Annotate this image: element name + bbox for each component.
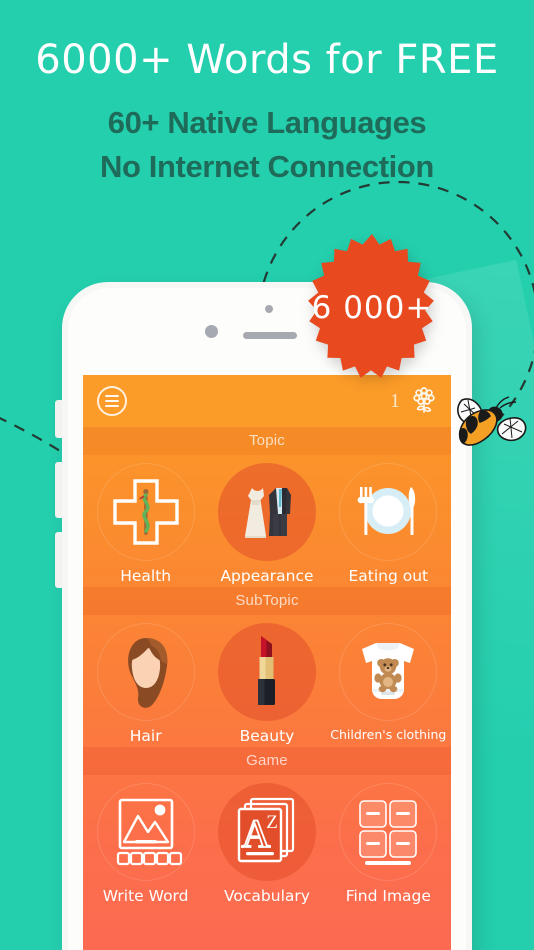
front-camera-icon: [205, 325, 218, 338]
fork-plate-knife-icon: [357, 487, 416, 535]
tile-icon-disc: [96, 783, 195, 881]
az-flashcards-icon: A Z: [237, 797, 295, 863]
promo-headline: 6000+ Words for FREE 60+ Native Language…: [0, 38, 534, 189]
proximity-sensor-icon: [265, 305, 273, 313]
headline-line-1: 6000+ Words for FREE: [35, 37, 499, 83]
volume-up-button[interactable]: [55, 462, 62, 518]
earpiece-speaker-icon: [243, 332, 297, 339]
coin-count: 1: [390, 389, 400, 412]
tile-icon-disc-selected: [217, 623, 316, 721]
tile-label: Health: [120, 567, 172, 585]
lipstick-icon: [257, 636, 275, 705]
headline-line-2: 60+ Native Languages: [107, 104, 427, 140]
headline-line-3: No Internet Connection: [100, 148, 434, 184]
tile-eating-out[interactable]: Eating out: [329, 463, 447, 585]
tile-icon-disc: [96, 463, 195, 561]
tile-label: Write Word: [102, 887, 189, 905]
tile-write-word[interactable]: Write Word: [87, 783, 205, 905]
tile-find-image[interactable]: Find Image: [329, 783, 447, 905]
tile-childrens-clothing[interactable]: Children's clothing: [329, 623, 447, 742]
section-band-topic: Topic: [83, 427, 451, 455]
hamburger-menu-icon[interactable]: [97, 386, 127, 416]
picture-with-letter-tiles-icon: [116, 798, 182, 866]
woman-hair-icon: [127, 638, 167, 708]
tile-label: Find Image: [345, 887, 431, 905]
medical-cross-caduceus-icon: [112, 479, 179, 545]
tile-icon-disc: [339, 463, 438, 561]
section-band-game: Game: [83, 747, 451, 775]
game-row: Write Word A Z Vocabulary Find Image: [83, 775, 451, 907]
bee-illustration-icon: [457, 396, 527, 446]
tile-icon-disc-selected: A Z: [217, 783, 316, 881]
app-screen: 1 Topic Health Appearance Eating out Sub…: [83, 375, 451, 950]
tile-label: Eating out: [348, 567, 429, 585]
tile-icon-disc-selected: [217, 463, 316, 561]
volume-down-button[interactable]: [55, 532, 62, 588]
tile-label: Hair: [129, 727, 162, 745]
tile-health[interactable]: Health: [87, 463, 205, 585]
promo-screenshot: 6000+ Words for FREE 60+ Native Language…: [0, 0, 534, 950]
tile-hair[interactable]: Hair: [87, 623, 205, 745]
tile-icon-disc: [339, 623, 438, 721]
tile-label: Children's clothing: [330, 727, 447, 742]
subtopic-row: Hair Beauty Children's clothing: [83, 615, 451, 747]
tile-icon-disc: [96, 623, 195, 721]
flower-icon[interactable]: [411, 387, 437, 415]
section-band-subtopic: SubTopic: [83, 587, 451, 615]
tile-label: Vocabulary: [224, 887, 310, 905]
baby-onesie-icon: [362, 643, 415, 699]
tile-label: Beauty: [239, 727, 295, 745]
tile-vocabulary[interactable]: A Z Vocabulary: [208, 783, 326, 905]
tile-icon-disc: [339, 783, 438, 881]
badge-label: 6 000+: [311, 290, 433, 326]
app-bar-right: 1: [390, 387, 437, 415]
dress-and-suit-icon: [244, 488, 291, 538]
tile-label: Appearance: [220, 567, 314, 585]
tile-beauty[interactable]: Beauty: [208, 623, 326, 745]
topic-row: Health Appearance Eating out: [83, 455, 451, 587]
tile-appearance[interactable]: Appearance: [208, 463, 326, 585]
silent-switch-button[interactable]: [55, 400, 62, 438]
svg-text:Z: Z: [266, 812, 278, 833]
four-tile-grid-icon: [359, 800, 418, 865]
